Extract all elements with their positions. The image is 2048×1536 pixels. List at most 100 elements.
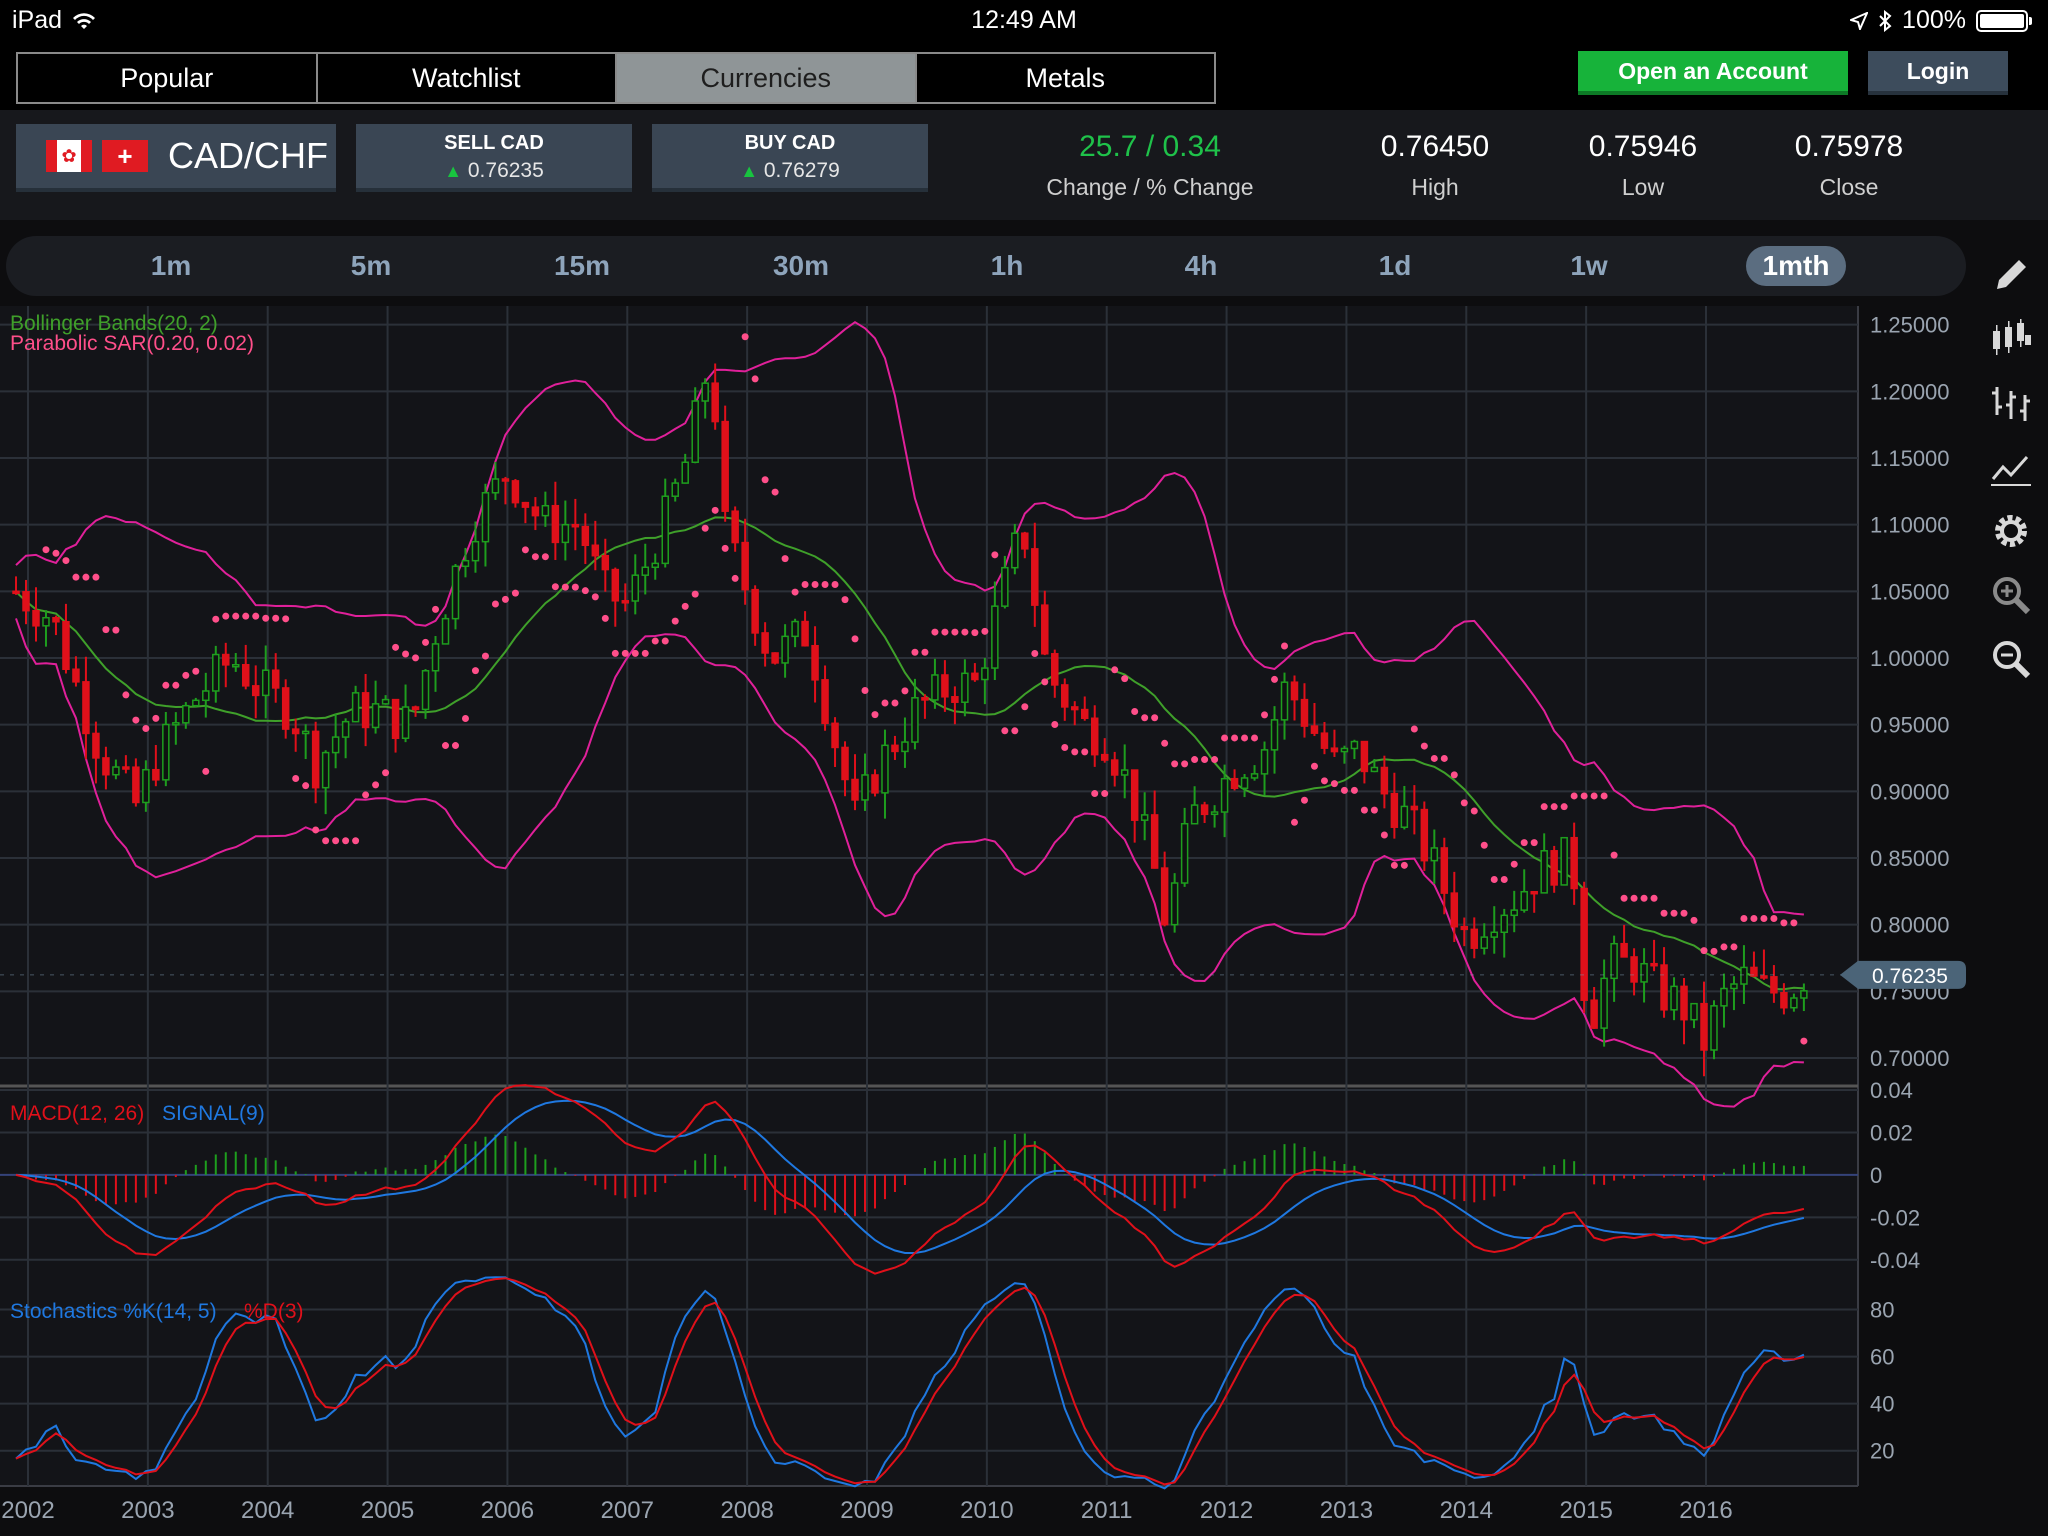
sar-dot bbox=[1031, 650, 1039, 658]
candle-body bbox=[172, 722, 180, 726]
timeframe-5m[interactable]: 5m bbox=[336, 246, 406, 286]
candle-body bbox=[501, 478, 510, 482]
sar-dot bbox=[1720, 943, 1728, 951]
candle-body bbox=[132, 766, 140, 804]
sar-dot bbox=[1001, 727, 1009, 735]
sar-dot bbox=[771, 488, 779, 496]
tab-popular[interactable]: Popular bbox=[18, 54, 318, 102]
timeframe-1w[interactable]: 1w bbox=[1554, 246, 1624, 286]
sar-dot bbox=[1360, 806, 1368, 814]
timeframe-1d[interactable]: 1d bbox=[1360, 246, 1430, 286]
sar-dot bbox=[182, 671, 190, 679]
candle-body bbox=[62, 621, 70, 671]
pair-label: CAD/CHF bbox=[168, 135, 328, 176]
tab-metals[interactable]: Metals bbox=[916, 54, 1214, 102]
candle-body bbox=[621, 600, 630, 604]
currency-pair-selector[interactable]: ✿ + CAD/CHF bbox=[16, 124, 336, 192]
timeframe-30m[interactable]: 30m bbox=[756, 246, 846, 286]
sell-button[interactable]: SELL CAD ▲ 0.76235 bbox=[356, 124, 632, 192]
sar-dot bbox=[1320, 777, 1328, 785]
pencil-icon[interactable] bbox=[1986, 250, 2036, 300]
sar-dot bbox=[1590, 792, 1598, 800]
candle-body bbox=[1011, 532, 1019, 569]
candle-body bbox=[311, 730, 320, 789]
timeframe-4h[interactable]: 4h bbox=[1166, 246, 1236, 286]
sar-dot bbox=[791, 588, 799, 596]
sar-dot bbox=[382, 769, 390, 777]
sar-dot bbox=[631, 649, 639, 657]
buy-button[interactable]: BUY CAD ▲ 0.76279 bbox=[652, 124, 928, 192]
candlestick-icon[interactable] bbox=[1986, 314, 2036, 364]
x-axis-label: 2002 bbox=[1, 1497, 54, 1524]
sar-dot bbox=[551, 583, 559, 591]
zoom-in-icon[interactable] bbox=[1986, 570, 2036, 620]
zoom-out-icon[interactable] bbox=[1986, 634, 2036, 684]
price-chart[interactable]: 2002 2003 2004 2005 2006 2007 2008 2009 2010 2011… bbox=[0, 306, 1978, 1536]
candle-body bbox=[851, 778, 859, 801]
sar-dot bbox=[1500, 876, 1508, 884]
sar-dot bbox=[1470, 807, 1478, 815]
candle-body bbox=[1760, 975, 1768, 979]
sar-dot bbox=[82, 573, 90, 581]
candle-body bbox=[691, 400, 699, 464]
y-axis-label: 0.02 bbox=[1870, 1120, 1913, 1145]
sar-dot bbox=[1780, 919, 1788, 927]
open-account-button[interactable]: Open an Account bbox=[1578, 51, 1848, 95]
candle-body bbox=[961, 672, 969, 703]
line-chart-icon[interactable] bbox=[1986, 442, 2036, 492]
timeframe-1h[interactable]: 1h bbox=[972, 246, 1042, 286]
market-tabs: Popular Watchlist Currencies Metals bbox=[16, 52, 1216, 104]
candle-body bbox=[1730, 983, 1738, 990]
tab-label: Watchlist bbox=[411, 62, 521, 93]
sar-dot bbox=[312, 826, 320, 834]
sar-dot bbox=[731, 574, 739, 582]
sar-dot bbox=[122, 691, 130, 699]
sar-dot bbox=[861, 686, 869, 694]
timeframe-1mth[interactable]: 1mth bbox=[1746, 246, 1846, 286]
sar-dot bbox=[1700, 947, 1708, 955]
candle-body bbox=[441, 617, 450, 645]
candle-body bbox=[1740, 966, 1748, 985]
sar-dot bbox=[951, 628, 959, 636]
sar-dot bbox=[1670, 909, 1678, 917]
candle-body bbox=[1410, 805, 1419, 811]
candle-body bbox=[551, 504, 560, 544]
candle-body bbox=[1071, 706, 1079, 711]
sar-dot bbox=[651, 637, 659, 645]
candle-body bbox=[92, 732, 100, 759]
candle-body bbox=[671, 482, 679, 497]
candle-body bbox=[1001, 566, 1009, 607]
candle-body bbox=[232, 663, 240, 668]
sar-dot bbox=[162, 681, 170, 689]
ohlc-bars-icon[interactable] bbox=[1986, 378, 2036, 428]
candle-body bbox=[1630, 956, 1638, 983]
gear-icon[interactable] bbox=[1986, 506, 2036, 556]
sar-dot bbox=[911, 648, 919, 656]
timeframe-15m[interactable]: 15m bbox=[542, 246, 622, 286]
y-axis-label: 1.15000 bbox=[1870, 446, 1950, 471]
tab-currencies[interactable]: Currencies bbox=[617, 54, 917, 102]
sar-dot bbox=[601, 614, 609, 622]
sar-dot bbox=[611, 649, 619, 657]
sar-dot bbox=[1740, 914, 1748, 922]
sar-dot bbox=[1191, 756, 1199, 764]
login-button[interactable]: Login bbox=[1868, 51, 2008, 95]
candle-body bbox=[991, 605, 999, 669]
timeframe-1m[interactable]: 1m bbox=[136, 246, 206, 286]
candle-body bbox=[1520, 890, 1528, 911]
candle-body bbox=[791, 620, 799, 638]
tab-watchlist[interactable]: Watchlist bbox=[317, 54, 617, 102]
sar-dot bbox=[352, 837, 360, 845]
sar-dot bbox=[1350, 786, 1358, 794]
sar-dot bbox=[1420, 742, 1428, 750]
sar-dot bbox=[212, 615, 220, 623]
sar-dot bbox=[1171, 760, 1179, 768]
sar-dot bbox=[1680, 909, 1688, 917]
candle-body bbox=[1100, 753, 1109, 761]
y-axis-label: 0.90000 bbox=[1870, 779, 1950, 804]
low-value: 0.75946 bbox=[1588, 130, 1698, 163]
candle-body bbox=[1700, 1002, 1708, 1051]
candle-body bbox=[1600, 977, 1608, 1029]
sar-dot bbox=[781, 555, 789, 563]
candle-body bbox=[531, 506, 540, 517]
